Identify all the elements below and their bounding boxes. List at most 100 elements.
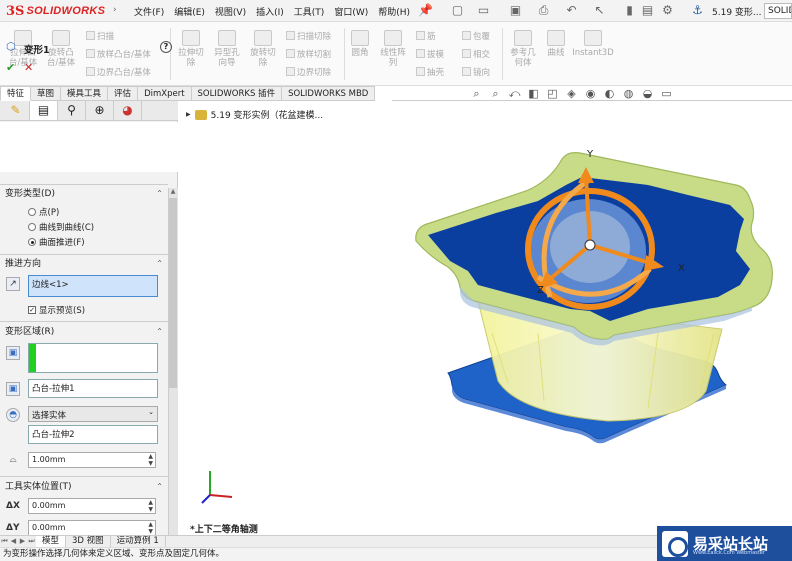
edit-appearance-icon[interactable]: ◍ [622,88,635,100]
property-manager-tab-icon[interactable]: ▤ [30,101,58,120]
linear-pattern-button[interactable]: 线性阵 列 [376,30,410,68]
revolve-cut-button[interactable]: 旋转切 除 [246,30,280,68]
tab-features[interactable]: 特征 [0,86,32,101]
dimxpert-manager-tab-icon[interactable]: ⊕ [86,101,114,120]
deform-region-list[interactable] [28,343,158,373]
select-body-dropdown[interactable]: 选择实体 ⌄ [28,406,158,422]
sweep-button[interactable]: 扫描 [86,30,114,42]
section-tool-position[interactable]: 工具实体位置(T) ⌃ [0,480,168,494]
chevron-right-icon[interactable]: › [113,5,117,15]
pm-scrollbar-thumb[interactable] [169,198,177,388]
reference-geometry-button[interactable]: 参考几 何体 [506,30,540,68]
tab-evaluate[interactable]: 评估 [108,86,139,101]
distance-spinner[interactable]: 1.00mm ▲ ▼ [28,452,156,468]
spinner-arrows-icon[interactable]: ▲ ▼ [148,499,153,513]
spinner-arrows-icon[interactable]: ▲ ▼ [148,453,153,467]
push-direction-field[interactable]: 边线<1> [28,275,158,297]
hole-wizard-button[interactable]: 异型孔 向导 [210,30,244,68]
open-file-icon[interactable]: ▭ [476,3,491,18]
loft-button[interactable]: 放样凸台/基体 [86,48,151,60]
nav-last-icon[interactable]: ⏭ [27,536,36,547]
rib-button[interactable]: 筋 [416,30,436,42]
display-manager-tab-icon[interactable]: ◕ [114,101,142,120]
boundary-boss-button[interactable]: 边界凸台/基体 [86,66,151,78]
tab-model[interactable]: 模型 [36,536,67,547]
menu-view[interactable]: 视图(V) [215,5,246,18]
menu-tools[interactable]: 工具(T) [294,5,325,18]
tab-mold-tools[interactable]: 模具工具 [61,86,109,101]
graphics-area[interactable]: ▶ 5.19 变形实例（花盆建模... Y X Z *上下二等角轴测 [178,101,792,541]
display-style-icon[interactable]: ◉ [584,88,597,100]
apply-scene-icon[interactable]: ◒ [641,88,654,100]
tab-motion-study[interactable]: 运动算例 1 [111,536,166,547]
section-view-icon[interactable]: ◧ [527,88,540,100]
solidworks-logo[interactable]: 3S SOLIDWORKS [6,3,105,19]
draft-button[interactable]: 拔模 [416,48,444,60]
help-search-input[interactable]: SOLIDWORKS帮助 [764,3,792,19]
mirror-button[interactable]: 镜向 [462,66,490,78]
fillet-button[interactable]: 圆角 [346,30,374,58]
spinner-arrows-icon[interactable]: ▲ ▼ [148,521,153,535]
configuration-manager-tab-icon[interactable]: ⚲ [58,101,86,120]
nav-first-icon[interactable]: ⏮ [0,536,9,547]
boundary-cut-button[interactable]: 边界切除 [286,66,331,78]
cancel-x-icon[interactable]: ✕ [24,61,33,74]
dynamic-annotation-icon[interactable]: ◰ [546,88,559,100]
menu-help[interactable]: 帮助(H) [378,5,410,18]
wrap-button[interactable]: 包覆 [462,30,490,42]
radio-curve-to-curve[interactable]: 曲线到曲线(C) [28,221,94,233]
direction-arrow-icon[interactable]: ↗ [6,277,20,291]
menu-insert[interactable]: 插入(I) [256,5,284,18]
file-properties-icon[interactable]: ▤ [640,3,655,18]
shell-button[interactable]: 抽壳 [416,66,444,78]
collapse-icon[interactable]: ⌃ [156,187,163,201]
intersect-button[interactable]: 相交 [462,48,490,60]
help-icon[interactable]: ? [160,41,172,53]
curves-button[interactable]: 曲线 [542,30,570,58]
ok-check-icon[interactable]: ✔ [6,61,15,74]
new-file-icon[interactable]: ▢ [450,3,465,18]
tab-3d-view[interactable]: 3D 视图 [66,536,111,547]
instant3d-button[interactable]: Instant3D [572,30,614,58]
hide-show-icon[interactable]: ◐ [603,88,616,100]
extrude-cut-button[interactable]: 拉伸切 除 [174,30,208,68]
menu-window[interactable]: 窗口(W) [334,5,368,18]
loft-cut-button[interactable]: 放样切割 [286,48,331,60]
tool-body-field[interactable]: 凸台-拉伸2 [28,425,158,444]
view-settings-icon[interactable]: ▭ [660,88,673,100]
tab-addins[interactable]: SOLIDWORKS 插件 [191,86,283,101]
collapse-icon[interactable]: ⌃ [156,480,163,494]
print-icon[interactable]: ⎙ [536,3,551,18]
undo-icon[interactable]: ↶ [564,3,579,18]
nav-prev-icon[interactable]: ◀ [9,536,18,547]
zoom-area-icon[interactable]: ⌕ [489,88,502,100]
body-field[interactable]: 凸台-拉伸1 [28,379,158,398]
nav-next-icon[interactable]: ▶ [18,536,27,547]
section-deform-region[interactable]: 变形区域(R) ⌃ [0,325,168,339]
options-gear-icon[interactable]: ⚙ [660,3,675,18]
feature-manager-tab-icon[interactable]: ✎ [2,101,30,120]
delta-x-spinner[interactable]: 0.00mm ▲ ▼ [28,498,156,514]
section-push-direction[interactable]: 推进方向 ⌃ [0,257,168,271]
rebuild-icon[interactable]: ▮ [622,3,637,18]
menu-edit[interactable]: 编辑(E) [174,5,205,18]
select-icon[interactable]: ↖ [592,3,607,18]
anchor-icon[interactable]: ⚓ [690,3,705,18]
tab-sketch[interactable]: 草图 [31,86,62,101]
scroll-up-arrow-icon[interactable]: ▲ [169,188,177,196]
previous-view-icon[interactable]: ⤺ [508,88,521,100]
collapse-icon[interactable]: ⌃ [156,257,163,271]
radio-point[interactable]: 点(P) [28,206,59,218]
collapse-icon[interactable]: ⌃ [156,325,163,339]
triad-origin[interactable] [584,239,596,251]
section-deform-type[interactable]: 变形类型(D) ⌃ [0,187,168,201]
save-icon[interactable]: ▣ [508,3,523,18]
pin-icon[interactable]: 📌 [418,3,433,18]
tab-mbd[interactable]: SOLIDWORKS MBD [282,86,376,101]
show-preview-checkbox[interactable]: ✓ 显示预览(S) [28,304,85,316]
tab-dimxpert[interactable]: DimXpert [138,86,192,101]
radio-surface-push[interactable]: 曲面推进(F) [28,236,85,248]
view-orientation-icon[interactable]: ◈ [565,88,578,100]
sweep-cut-button[interactable]: 扫描切除 [286,30,331,42]
delta-y-spinner[interactable]: 0.00mm ▲ ▼ [28,520,156,536]
